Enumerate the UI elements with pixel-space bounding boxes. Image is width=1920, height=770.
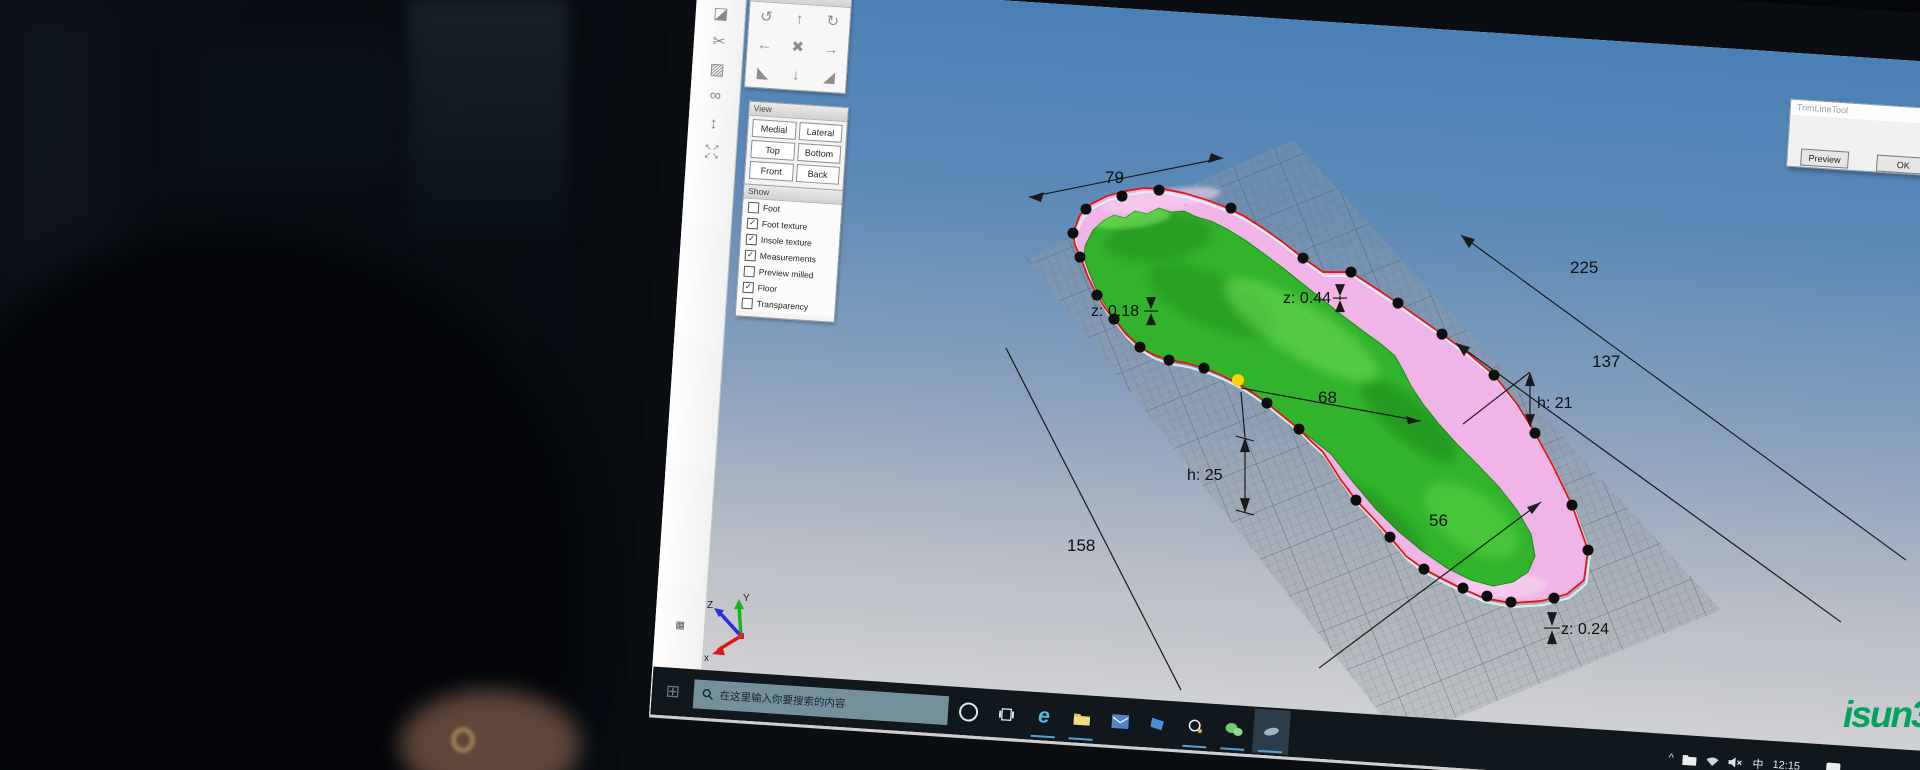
h-lateral-label: h: 21 — [1537, 395, 1573, 412]
length-inner-label: 158 — [1067, 536, 1095, 555]
cortana-icon[interactable] — [949, 688, 988, 734]
selected-control-point — [1232, 374, 1244, 386]
search-icon — [701, 688, 714, 701]
scissors-icon[interactable]: ✂ — [694, 30, 743, 53]
tray-chevron-icon[interactable]: ^ — [1668, 752, 1674, 764]
expand-icon[interactable]: ↖↗↙↘ — [687, 142, 736, 161]
search-placeholder: 在这里输入你要搜索的内容 — [719, 688, 846, 711]
down-arrow-icon[interactable]: ↓ — [778, 60, 813, 90]
axis-z-label: Z — [707, 600, 713, 611]
z-mid-label: z: 0.44 — [1283, 290, 1331, 307]
pc-app-icon[interactable] — [1138, 701, 1177, 747]
checkbox: ✓ — [743, 265, 755, 277]
width-outer-label: 137 — [1592, 352, 1620, 371]
axis-x-label: x — [704, 653, 709, 664]
select-region-icon[interactable]: ◪ — [696, 2, 745, 25]
tools-icon[interactable]: ✖ — [780, 32, 815, 62]
monitor-screen: 79 225 137 158 68 56 z: 0.18 z: 0.44 z: … — [649, 0, 1920, 770]
rotate-ccw-icon[interactable]: ↺ — [749, 2, 784, 32]
clock[interactable]: 12:15 — [1772, 759, 1800, 770]
view-bottom-button[interactable]: Bottom — [797, 143, 842, 164]
hatched-area-icon[interactable]: ▨ — [693, 58, 742, 81]
browser-icon[interactable] — [1176, 703, 1215, 749]
left-arrow-icon[interactable]: ← — [747, 29, 782, 59]
checkbox: ✓ — [745, 249, 757, 261]
preview-button[interactable]: Preview — [1800, 148, 1849, 168]
view-medial-button[interactable]: Medial — [752, 119, 797, 140]
length-outer-label: 225 — [1570, 258, 1598, 277]
search-input[interactable]: 在这里输入你要搜索的内容 — [693, 679, 949, 725]
corner-se-icon[interactable]: ◢ — [812, 62, 847, 92]
axis-gizmo: Y Z x — [704, 593, 750, 664]
view-back-button[interactable]: Back — [795, 164, 840, 185]
mid-width-label: 68 — [1318, 388, 1337, 407]
insole-app-icon[interactable] — [1252, 709, 1291, 755]
view-lateral-button[interactable]: Lateral — [798, 122, 843, 143]
checkbox: ✓ — [741, 297, 753, 309]
wechat-icon[interactable] — [1214, 706, 1253, 752]
rotate-cw-icon[interactable]: ↻ — [815, 6, 850, 36]
view-panel: View Medial Lateral Top Bottom Front Bac… — [744, 101, 849, 191]
axis-y-label: Y — [743, 593, 750, 604]
photo-of-monitor: { "app": { "left_toolbar": {"icons": ["s… — [0, 0, 1920, 770]
mini-grid-icon[interactable]: ▦ — [656, 619, 705, 633]
ok-button[interactable]: OK — [1876, 155, 1920, 176]
isun3d-watermark: isun3 — [1843, 694, 1920, 736]
checkbox: ✓ — [746, 233, 758, 245]
ring-on-hand — [452, 728, 474, 752]
tray-folder-icon[interactable] — [1682, 753, 1697, 765]
start-button[interactable]: ⊞ — [655, 674, 691, 710]
vertical-arrows-icon[interactable]: ↕ — [689, 114, 738, 135]
insole-pair-icon[interactable]: ∞ — [691, 86, 740, 107]
right-arrow-icon[interactable]: → — [813, 34, 848, 64]
corner-sw-icon[interactable]: ◣ — [745, 57, 780, 87]
checkbox: ✓ — [742, 281, 754, 293]
background-shelf — [190, 40, 410, 180]
view-top-button[interactable]: Top — [750, 140, 795, 161]
task-view-icon[interactable] — [987, 691, 1026, 737]
file-explorer-icon[interactable] — [1062, 696, 1101, 742]
view-front-button[interactable]: Front — [749, 161, 794, 182]
z-toe-label: z: 0.18 — [1091, 303, 1139, 320]
h-arch-label: h: 25 — [1187, 467, 1223, 484]
ime-indicator[interactable]: 中 — [1752, 756, 1764, 770]
rotation-pad-panel: ↺ ↑ ↻ ← ✖ → ◣ ↓ ◢ — [744, 0, 852, 94]
toe-width-label: 79 — [1105, 168, 1124, 187]
edge-icon[interactable]: e — [1025, 693, 1064, 739]
volume-muted-icon[interactable] — [1728, 756, 1744, 769]
up-arrow-icon[interactable]: ↑ — [782, 4, 817, 34]
show-panel: Show ✓ Foot ✓ Foot texture ✓ Insole text… — [735, 183, 844, 322]
background-window-glow — [408, 0, 568, 238]
tray-notification-icon[interactable] — [1826, 762, 1841, 770]
heel-width-label: 56 — [1429, 511, 1448, 530]
z-heel-label: z: 0.24 — [1561, 621, 1609, 638]
checkbox: ✓ — [747, 217, 759, 229]
wifi-icon[interactable] — [1705, 755, 1720, 767]
checkbox: ✓ — [748, 201, 760, 213]
mail-icon[interactable] — [1100, 698, 1139, 744]
